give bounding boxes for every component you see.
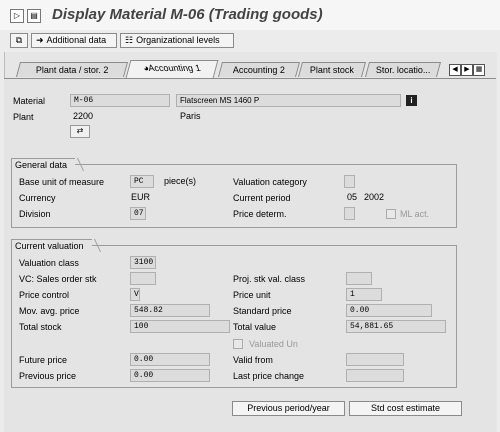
material-label: Material (13, 96, 46, 106)
future-price-label: Future price (19, 355, 68, 365)
total-value-field[interactable]: 54,881.65 (346, 320, 446, 333)
standard-price-label: Standard price (233, 306, 292, 316)
valid-from-field[interactable] (346, 353, 404, 366)
current-period-value: 05 (347, 192, 358, 202)
total-stock-field[interactable]: 100 (130, 320, 230, 333)
previous-period-button[interactable]: Previous period/year (232, 401, 345, 416)
additional-data-button[interactable]: ➜ Additional data (31, 33, 117, 48)
currency-label: Currency (19, 193, 56, 203)
proj-stk-label: Proj. stk val. class (233, 274, 306, 284)
price-determ-label: Price determ. (233, 209, 287, 219)
material-field[interactable]: M-06 (70, 94, 170, 107)
price-determ-field[interactable] (344, 207, 355, 220)
tab-accounting-1[interactable]: ◕ Accounting 1 (125, 60, 219, 78)
standard-price-field[interactable]: 0.00 (346, 304, 432, 317)
tab-plant-stock[interactable]: Plant stock (297, 62, 367, 77)
valuation-category-label: Valuation category (233, 177, 307, 187)
copy-icon: ⧉ (15, 35, 23, 45)
tab-accounting-2[interactable]: Accounting 2 (217, 62, 301, 77)
mov-avg-price-field[interactable]: 548.82 (130, 304, 210, 317)
division-field[interactable]: 07 (130, 207, 146, 220)
std-cost-estimate-button[interactable]: Std cost estimate (349, 401, 462, 416)
mov-avg-price-label: Mov. avg. price (19, 306, 80, 316)
vc-sales-order-field[interactable] (130, 272, 156, 285)
price-control-label: Price control (19, 290, 70, 300)
base-uom-field[interactable]: PC (130, 175, 154, 188)
document-icon[interactable]: ▤ (27, 9, 41, 23)
previous-price-field[interactable]: 0.00 (130, 369, 210, 382)
arrow-right-icon: ➜ (36, 35, 44, 45)
current-year-value: 2002 (364, 192, 385, 202)
valid-from-label: Valid from (233, 355, 273, 365)
plant-label: Plant (13, 112, 34, 122)
tab-stor-location[interactable]: Stor. locatio... (364, 62, 442, 77)
plant-description: Paris (180, 111, 201, 121)
ml-act-checkbox[interactable] (386, 209, 396, 219)
current-valuation-title: Current valuation (11, 239, 92, 252)
valuated-un-label: Valuated Un (249, 339, 298, 349)
price-unit-label: Price unit (233, 290, 271, 300)
valuated-un-checkbox[interactable] (233, 339, 243, 349)
last-price-change-field[interactable] (346, 369, 404, 382)
page-title: Display Material M-06 (Trading goods) (52, 6, 323, 23)
display-icon[interactable]: ▷ (10, 9, 24, 23)
total-stock-label: Total stock (19, 322, 62, 332)
ml-act-label: ML act. (400, 209, 430, 219)
proj-stk-field[interactable] (346, 272, 372, 285)
price-control-field[interactable]: V (130, 288, 140, 301)
org-levels-button[interactable]: ☷ Organizational levels (120, 33, 234, 48)
division-label: Division (19, 209, 51, 219)
price-unit-field[interactable]: 1 (346, 288, 382, 301)
nav-prev-icon[interactable]: ▶ (461, 64, 473, 76)
total-value-label: Total value (233, 322, 277, 332)
application-toolbar: ⧉ ➜ Additional data ☷ Organizational level… (0, 30, 500, 52)
last-price-change-label: Last price change (233, 371, 305, 381)
previous-price-label: Previous price (19, 371, 77, 381)
currency-value: EUR (131, 192, 151, 202)
material-description-field[interactable]: Flatscreen MS 1460 P (176, 94, 401, 107)
tab-plant-data-stor-2[interactable]: Plant data / stor. 2 (15, 62, 129, 77)
valuation-class-label: Valuation class (19, 258, 79, 268)
org-levels-icon: ☷ (125, 35, 134, 45)
nav-first-icon[interactable]: ◀ (449, 64, 461, 76)
plant-value: 2200 (73, 111, 94, 121)
base-uom-text: piece(s) (164, 176, 197, 186)
general-data-title: General data (11, 158, 76, 171)
valuation-category-field[interactable] (344, 175, 355, 188)
title-bar: ▷ ▤ Display Material M-06 (Trading goods… (0, 0, 500, 31)
vc-sales-order-label: VC: Sales order stk (19, 274, 97, 284)
conversion-icon[interactable]: ⇄ (70, 125, 90, 138)
valuation-class-field[interactable]: 3100 (130, 256, 156, 269)
future-price-field[interactable]: 0.00 (130, 353, 210, 366)
base-uom-label: Base unit of measure (19, 177, 105, 187)
current-period-label: Current period (233, 193, 291, 203)
copy-button[interactable]: ⧉ (10, 33, 28, 48)
info-icon[interactable]: i (406, 95, 417, 106)
nav-last-icon[interactable]: ▦ (473, 64, 485, 76)
